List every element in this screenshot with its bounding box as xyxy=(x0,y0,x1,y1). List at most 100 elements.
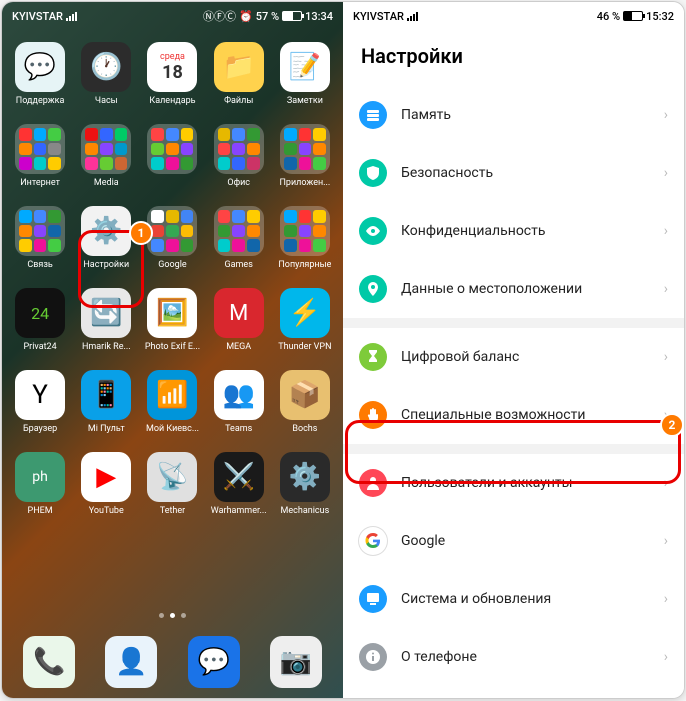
dock-icon: 👤 xyxy=(105,636,157,688)
dock-icon: 💬 xyxy=(188,636,240,688)
settings-row-info[interactable]: О телефоне› xyxy=(343,628,684,686)
app-label: Google xyxy=(158,260,186,270)
app-Tether[interactable]: 📡Tether xyxy=(140,452,204,516)
dock-app[interactable]: 👤 xyxy=(105,636,157,688)
app-icon: 📱 xyxy=(81,370,131,420)
page-indicator xyxy=(2,613,343,618)
app-Bochs[interactable]: 📦 Bochs xyxy=(273,370,337,434)
app-Photo Exif E...[interactable]: 🖼️ Photo Exif E... xyxy=(140,288,204,352)
chevron-right-icon: › xyxy=(664,407,668,423)
dock-app[interactable]: 📞 xyxy=(23,636,75,688)
home-screen: KYIVSTAR ⓃⒻⒸ ⏰ 57 % 13:34 💬Поддержка🕐Час… xyxy=(2,2,343,699)
app-icon xyxy=(81,124,131,174)
app-Google[interactable]: Google xyxy=(140,206,204,270)
app-label: Tether xyxy=(160,506,185,516)
app-Браузер[interactable]: YБраузер xyxy=(8,370,72,434)
settings-row-shield[interactable]: Безопасность› xyxy=(343,144,684,202)
system-icon xyxy=(359,585,387,613)
app-Интернет[interactable]: Интернет xyxy=(8,124,72,188)
app-folder[interactable] xyxy=(140,124,204,188)
app-Thunder VPN[interactable]: ⚡Thunder VPN xyxy=(273,288,337,352)
app-PHEM[interactable]: ph PHEM xyxy=(8,452,72,516)
chevron-right-icon: › xyxy=(664,475,668,491)
app-label: Bochs xyxy=(292,424,317,434)
app-label: Офис xyxy=(227,178,250,188)
chevron-right-icon: › xyxy=(664,281,668,297)
app-Warhammer...[interactable]: ⚔️Warhammer... xyxy=(207,452,271,516)
app-icon: 📝 xyxy=(280,42,330,92)
shield-icon xyxy=(359,159,387,187)
app-MEGA[interactable]: MMEGA xyxy=(207,288,271,352)
carrier-label: KYIVSTAR xyxy=(12,10,63,23)
battery-icon xyxy=(623,11,643,21)
app-icon: 🕐 xyxy=(81,42,131,92)
app-label: Интернет xyxy=(20,178,60,188)
settings-row-google[interactable]: Google› xyxy=(343,512,684,570)
app-Privat24[interactable]: 24Privat24 xyxy=(8,288,72,352)
chevron-right-icon: › xyxy=(664,649,668,665)
settings-row-label: Цифровой баланс xyxy=(401,349,650,365)
info-icon xyxy=(359,643,387,671)
alarm-icon: ⏰ xyxy=(239,10,253,23)
google-icon xyxy=(359,527,387,555)
app-icon: 👥 xyxy=(214,370,264,420)
settings-row-hourglass[interactable]: Цифровой баланс› xyxy=(343,328,684,386)
app-label: YouTube xyxy=(89,506,124,516)
app-label: MEGA xyxy=(226,342,251,352)
hourglass-icon xyxy=(359,343,387,371)
chevron-right-icon: › xyxy=(664,107,668,123)
app-Популярные[interactable]: Популярные xyxy=(273,206,337,270)
app-icon: ⚙️ xyxy=(81,206,131,256)
dock-icon: 📷 xyxy=(270,636,322,688)
app-icon xyxy=(147,124,197,174)
app-Файлы[interactable]: 📁Файлы xyxy=(207,42,271,106)
app-Заметки[interactable]: 📝Заметки xyxy=(273,42,337,106)
app-label: Поддержка xyxy=(16,96,65,106)
app-Mi Пульт[interactable]: 📱 Mi Пульт xyxy=(74,370,138,434)
dock-app[interactable]: 📷 xyxy=(270,636,322,688)
app-YouTube[interactable]: ▶YouTube xyxy=(74,452,138,516)
settings-row-eye[interactable]: Конфиденциальность› xyxy=(343,202,684,260)
settings-row-user[interactable]: Пользователи и аккаунты› xyxy=(343,454,684,512)
app-icon: 24 xyxy=(15,288,65,338)
dock-app[interactable]: 💬 xyxy=(188,636,240,688)
app-Teams[interactable]: 👥Teams xyxy=(207,370,271,434)
carrier-label: KYIVSTAR xyxy=(353,10,404,23)
app-Часы[interactable]: 🕐 Часы xyxy=(74,42,138,106)
app-Связь[interactable]: Связь xyxy=(8,206,72,270)
app-label: Mi Пульт xyxy=(88,424,125,434)
app-Календарь[interactable]: среда18Календарь xyxy=(140,42,204,106)
section-divider xyxy=(343,444,684,454)
app-Офис[interactable]: Офис xyxy=(207,124,271,188)
signal-icon xyxy=(407,12,418,21)
app-label: Warhammer... xyxy=(211,506,267,516)
app-Настройки[interactable]: ⚙️ Настройки xyxy=(74,206,138,270)
app-icon xyxy=(147,206,197,256)
signal-icon xyxy=(66,12,77,21)
settings-row-system[interactable]: Система и обновления› xyxy=(343,570,684,628)
app-label: Часы xyxy=(95,96,118,106)
app-icon: 🖼️ xyxy=(147,288,197,338)
app-icon: ph xyxy=(15,452,65,502)
app-label: Настройки xyxy=(83,260,129,270)
app-Приложен...[interactable]: Приложен... xyxy=(273,124,337,188)
app-Games[interactable]: Games xyxy=(207,206,271,270)
app-Mechanicus[interactable]: ⚙️Mechanicus xyxy=(273,452,337,516)
app-Hmarik Re...[interactable]: 🔄Hmarik Re... xyxy=(74,288,138,352)
app-label: PHEM xyxy=(28,506,53,516)
app-icon: 🔄 xyxy=(81,288,131,338)
settings-row-pin[interactable]: Данные о местоположении› xyxy=(343,260,684,318)
settings-row-hand[interactable]: Специальные возможности› xyxy=(343,386,684,444)
app-icon xyxy=(15,206,65,256)
app-Media[interactable]: Media xyxy=(74,124,138,188)
app-icon xyxy=(280,206,330,256)
app-Мой Киевс...[interactable]: 📶Мой Киевс... xyxy=(140,370,204,434)
app-label: Photo Exif E... xyxy=(145,342,200,352)
app-Поддержка[interactable]: 💬Поддержка xyxy=(8,42,72,106)
app-icon: Y xyxy=(15,370,65,420)
app-icon xyxy=(214,206,264,256)
app-label: Связь xyxy=(27,260,52,270)
settings-row-storage[interactable]: Память› xyxy=(343,86,684,144)
app-icon: 📦 xyxy=(280,370,330,420)
status-bar-left: KYIVSTAR ⓃⒻⒸ ⏰ 57 % 13:34 xyxy=(2,2,343,30)
